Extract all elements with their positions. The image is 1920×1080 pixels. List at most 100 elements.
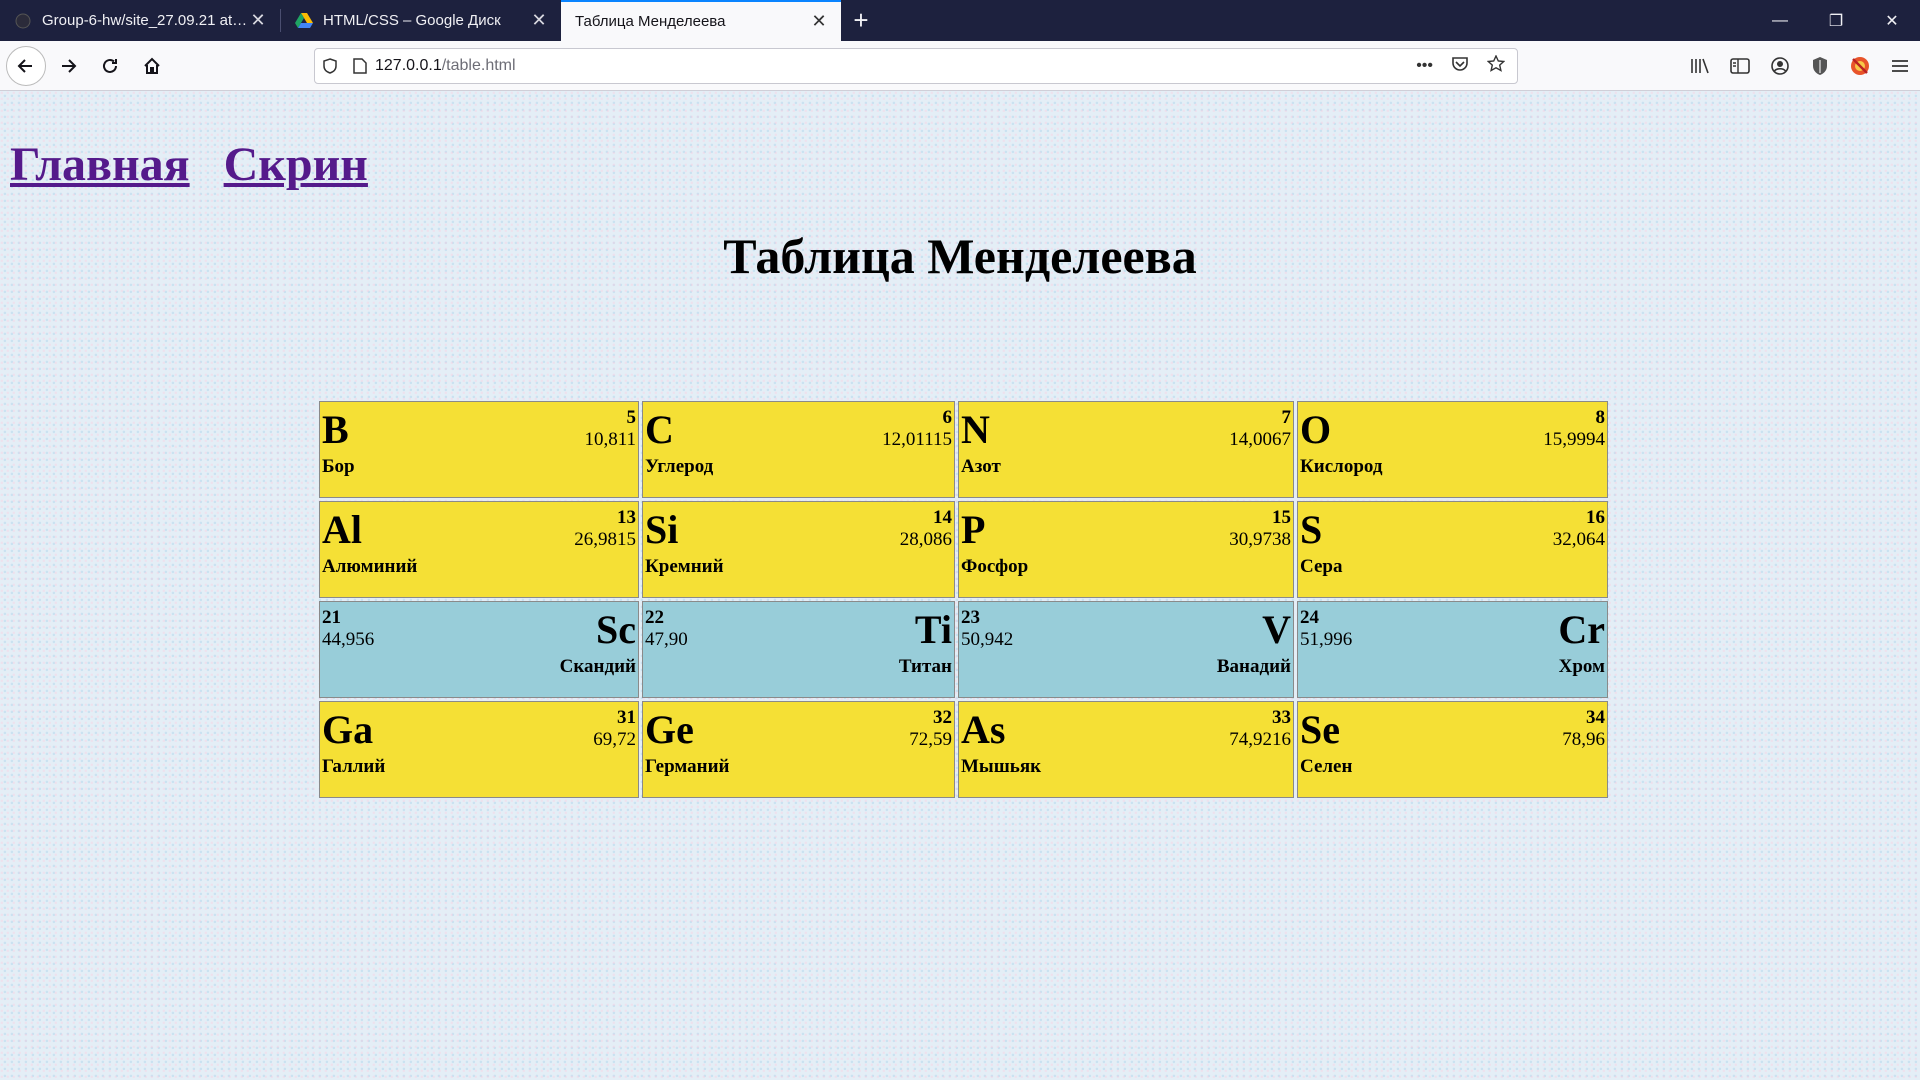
atomic-number: 15 [1272, 507, 1291, 528]
atomic-mass: 72,59 [909, 729, 952, 750]
table-row: Ga 31 69,72 Галлий Ge 32 72,59 Германий As 33 74,9… [319, 701, 1608, 798]
atomic-mass: 10,811 [584, 429, 636, 450]
element-symbol: As [961, 707, 1006, 752]
element-cell: Si 14 28,086 Кремний [642, 501, 955, 598]
element-symbol: Ga [322, 707, 374, 752]
atomic-number: 13 [617, 507, 636, 528]
table-row: B 5 10,811 Бор C 6 12,01115 Углерод N 7 14,0067 Азо… [319, 401, 1608, 498]
atomic-number: 8 [1595, 407, 1606, 428]
tab-google-drive[interactable]: HTML/CSS – Google Диск ✕ [281, 0, 561, 41]
element-symbol: B [322, 407, 349, 452]
element-symbol: Si [645, 507, 679, 552]
page-icon [345, 58, 375, 74]
close-tab-icon[interactable]: ✕ [809, 11, 829, 32]
atomic-number: 32 [933, 707, 952, 728]
toolbar-right [1688, 41, 1912, 91]
element-name: Хром [1558, 656, 1605, 677]
element-name: Бор [322, 456, 355, 477]
atomic-mass: 12,01115 [882, 429, 952, 450]
element-cell: As 33 74,9216 Мышьяк [958, 701, 1294, 798]
close-tab-icon[interactable]: ✕ [529, 10, 549, 31]
element-symbol: N [961, 407, 990, 452]
atomic-mass: 15,9994 [1543, 429, 1605, 450]
shield-extension-icon[interactable] [1808, 54, 1832, 78]
library-icon[interactable] [1688, 54, 1712, 78]
google-drive-icon [295, 12, 313, 30]
atomic-mass: 26,9815 [574, 529, 636, 550]
element-symbol: Cr [1558, 607, 1605, 652]
tab-periodic-table[interactable]: Таблица Менделеева ✕ [561, 0, 841, 41]
atomic-number: 16 [1586, 507, 1605, 528]
element-name: Алюминий [322, 556, 418, 577]
table-row: Al 13 26,9815 Алюминий Si 14 28,086 Кремний P 15 3… [319, 501, 1608, 598]
pocket-icon[interactable] [1451, 56, 1469, 77]
atomic-number: 7 [1281, 407, 1292, 428]
tab-title: Group-6-hw/site_27.09.21 at m [42, 12, 248, 29]
minimize-icon[interactable]: — [1752, 0, 1808, 41]
atomic-mass: 44,956 [322, 629, 375, 650]
home-link[interactable]: Главная [10, 138, 190, 191]
sidebar-icon[interactable] [1728, 54, 1752, 78]
bookmark-star-icon[interactable] [1486, 53, 1506, 78]
atomic-mass: 74,9216 [1229, 729, 1291, 750]
address-bar[interactable]: 127.0.0.1/table.html ••• [314, 48, 1518, 84]
element-cell: B 5 10,811 Бор [319, 401, 639, 498]
blocker-extension-icon[interactable] [1848, 54, 1872, 78]
element-name: Галлий [322, 756, 386, 777]
atomic-mass: 78,96 [1562, 729, 1605, 750]
home-icon [144, 57, 160, 74]
atomic-number: 21 [322, 607, 341, 628]
menu-icon[interactable] [1888, 54, 1912, 78]
restore-icon[interactable]: ❐ [1808, 0, 1864, 41]
page-actions-icon[interactable]: ••• [1416, 57, 1433, 75]
tab-github[interactable]: Group-6-hw/site_27.09.21 at m ✕ [0, 0, 280, 41]
element-symbol: Ti [914, 607, 952, 652]
atomic-mass: 47,90 [645, 629, 688, 650]
back-button[interactable] [6, 45, 46, 86]
element-name: Германий [645, 756, 730, 777]
home-button[interactable] [132, 46, 172, 86]
element-symbol: V [1262, 607, 1291, 652]
element-name: Углерод [645, 456, 714, 477]
tab-title: Таблица Менделеева [575, 13, 726, 30]
tab-strip: Group-6-hw/site_27.09.21 at m ✕ HTML/CSS… [0, 0, 1920, 41]
atomic-mass: 51,996 [1300, 629, 1353, 650]
element-cell: V 23 50,942 Ванадий [958, 601, 1294, 698]
tab-title: HTML/CSS – Google Диск [323, 12, 501, 29]
close-tab-icon[interactable]: ✕ [248, 10, 268, 31]
element-cell: Al 13 26,9815 Алюминий [319, 501, 639, 598]
account-icon[interactable] [1768, 54, 1792, 78]
table-row: Sc 21 44,956 Скандий Ti 22 47,90 Титан V 23 50,942… [319, 601, 1608, 698]
element-name: Мышьяк [961, 756, 1042, 777]
element-cell: C 6 12,01115 Углерод [642, 401, 955, 498]
atomic-mass: 28,086 [899, 529, 952, 550]
nav-toolbar: 127.0.0.1/table.html ••• [0, 41, 1920, 91]
element-symbol: P [961, 507, 986, 552]
element-cell: N 7 14,0067 Азот [958, 401, 1294, 498]
atomic-mass: 50,942 [961, 629, 1014, 650]
atomic-number: 14 [933, 507, 952, 528]
atomic-number: 33 [1272, 707, 1291, 728]
screenshot-link[interactable]: Скрин [224, 138, 368, 191]
atomic-number: 6 [942, 407, 953, 428]
element-name: Титан [898, 656, 952, 677]
new-tab-button[interactable]: + [841, 0, 881, 41]
arrow-left-icon [17, 58, 32, 73]
forward-button[interactable] [48, 46, 88, 86]
page-content: Главная Скрин Таблица Менделеева B 5 10,81… [0, 91, 1920, 1080]
close-window-icon[interactable]: ✕ [1864, 0, 1920, 41]
element-symbol: Sc [596, 607, 636, 652]
element-name: Кислород [1300, 456, 1383, 477]
shield-icon[interactable] [315, 58, 345, 74]
url-text[interactable]: 127.0.0.1/table.html [375, 57, 516, 75]
reload-button[interactable] [90, 46, 130, 86]
element-name: Сера [1300, 556, 1343, 577]
element-name: Фосфор [961, 556, 1029, 577]
element-name: Селен [1300, 756, 1353, 777]
element-cell: Se 34 78,96 Селен [1297, 701, 1608, 798]
element-name: Скандий [559, 656, 636, 677]
element-name: Ванадий [1216, 656, 1291, 677]
atomic-number: 5 [626, 407, 637, 428]
page-title: Таблица Менделеева [723, 228, 1197, 284]
element-cell: S 16 32,064 Сера [1297, 501, 1608, 598]
